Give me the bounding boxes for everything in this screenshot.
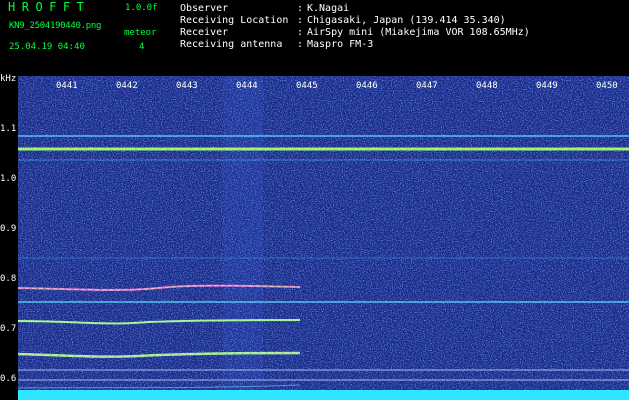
y-tick-label: 0.6 [0, 374, 17, 384]
observer-value: K.Nagai [307, 3, 350, 14]
meteor-count: 4 [139, 42, 145, 52]
y-axis-unit: kHz [0, 74, 17, 84]
antenna-sep: : [297, 39, 304, 50]
receiver-value: AirSpy mini (Miakejima VOR 108.65MHz) [307, 27, 530, 38]
x-tick-label: 0442 [116, 81, 138, 91]
y-tick-label: 0.9 [0, 224, 17, 234]
observer-sep: : [297, 3, 304, 14]
receiver-label: Receiver [180, 27, 229, 38]
antenna-label: Receiving antenna [180, 39, 283, 50]
y-tick-label: 1.1 [0, 124, 17, 134]
x-tick-label: 0445 [296, 81, 318, 91]
x-tick-label: 0443 [176, 81, 198, 91]
location-sep: : [297, 15, 304, 26]
x-tick-label: 0448 [476, 81, 498, 91]
x-tick-label: 0444 [236, 81, 258, 91]
x-tick-label: 0447 [416, 81, 438, 91]
location-value: Chigasaki, Japan (139.414 35.340) [307, 15, 506, 26]
y-tick-label: 0.8 [0, 274, 17, 284]
x-tick-label: 0446 [356, 81, 378, 91]
spectrogram-waterfall [18, 76, 629, 400]
observer-label: Observer [180, 3, 229, 14]
y-tick-label: 0.7 [0, 324, 17, 334]
datetime-label: 25.04.19 04:40 [9, 42, 85, 52]
spectrogram-canvas [18, 76, 629, 400]
meteor-label: meteor [124, 28, 157, 38]
x-tick-label: 0441 [56, 81, 78, 91]
header-panel: HROFFT 1.0.0f KN9_2504190440.png 25.04.1… [0, 0, 629, 72]
version-label: 1.0.0f [125, 3, 158, 13]
x-tick-label: 0450 [596, 81, 618, 91]
antenna-value: Maspro FM-3 [307, 39, 374, 50]
app-title: HROFFT [8, 0, 91, 14]
x-tick-label: 0449 [536, 81, 558, 91]
location-label: Receiving Location [180, 15, 289, 26]
y-tick-label: 1.0 [0, 174, 17, 184]
filename-label: KN9_2504190440.png [9, 21, 102, 31]
receiver-sep: : [297, 27, 304, 38]
